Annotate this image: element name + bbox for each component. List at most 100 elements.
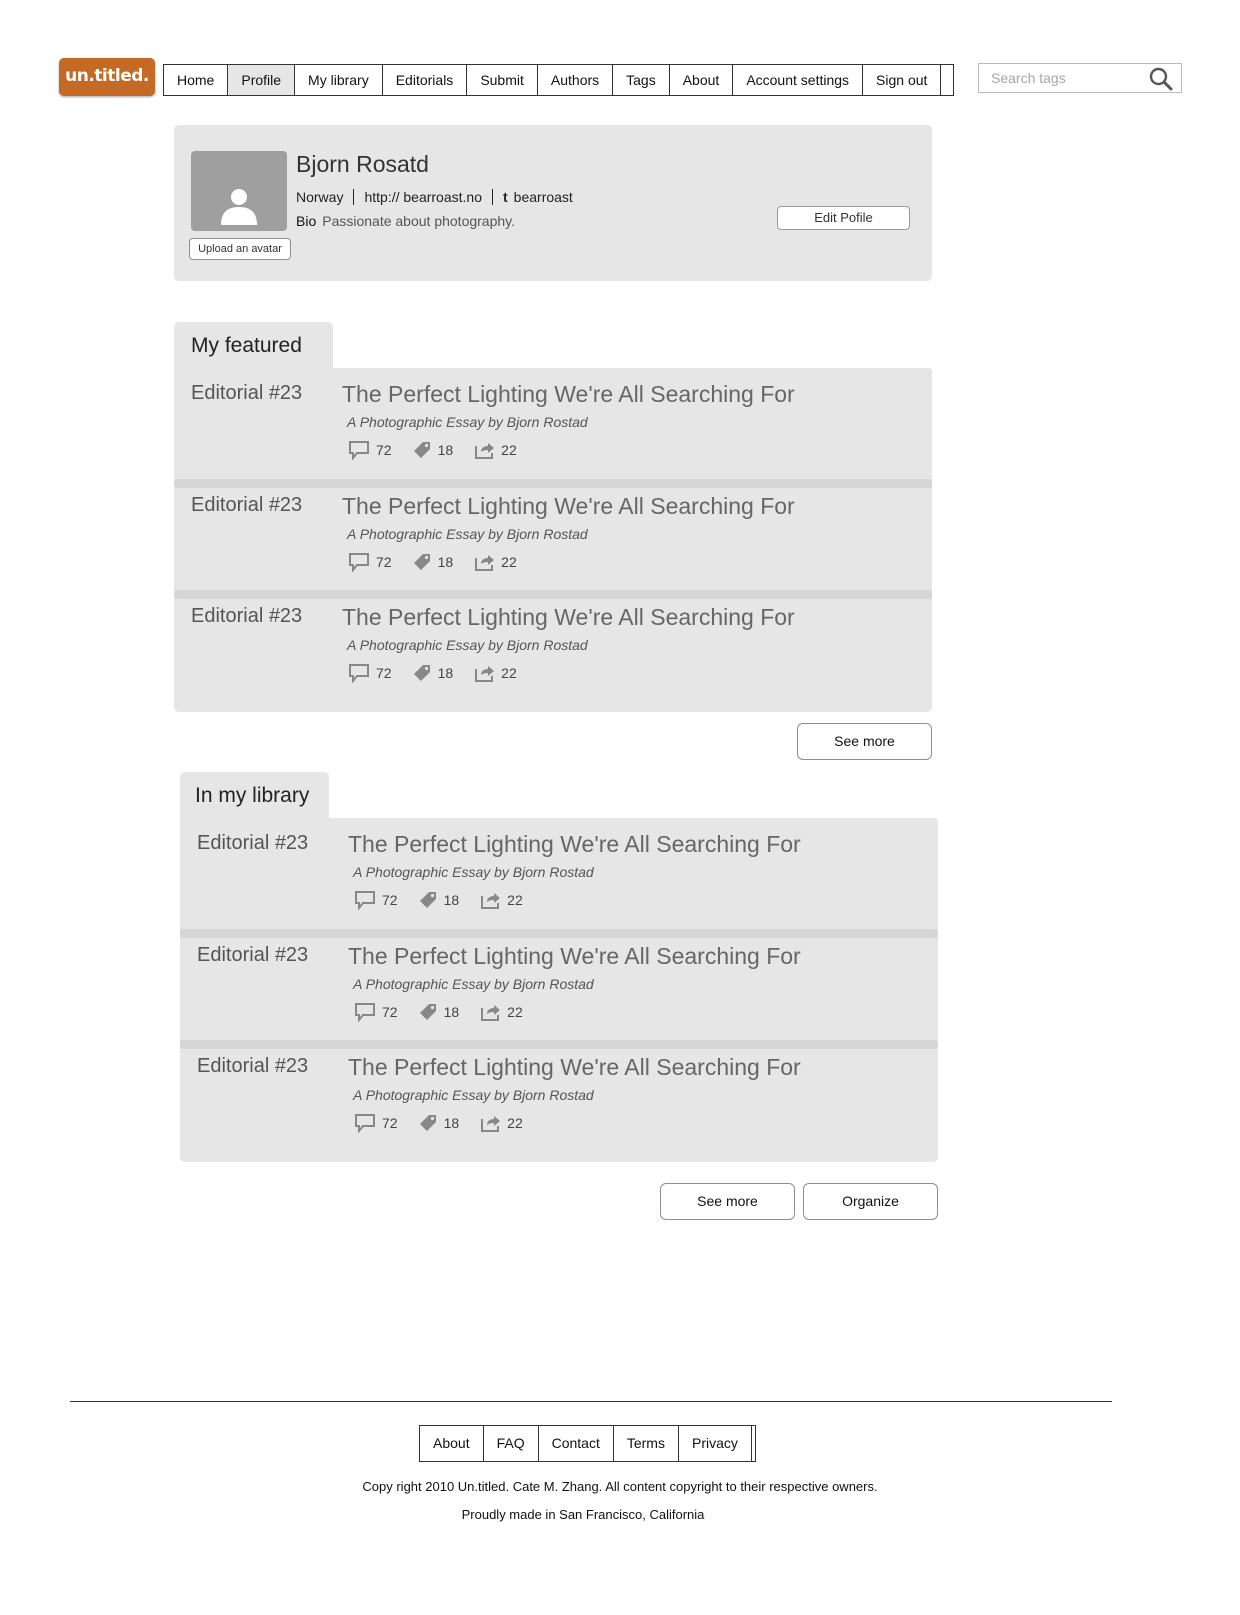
editorial-title[interactable]: The Perfect Lighting We're All Searching… (342, 381, 795, 408)
profile-card: Upload an avatar Bjorn Rosatd Norway htt… (174, 125, 932, 281)
share-count: 22 (501, 665, 517, 681)
list-item[interactable]: Editorial #23 The Perfect Lighting We're… (174, 591, 932, 702)
featured-section-title: My featured (174, 322, 333, 370)
editorial-subtitle: A Photographic Essay by Bjorn Rostad (347, 637, 588, 653)
tag-icon (413, 665, 430, 681)
nav-item-account-settings[interactable]: Account settings (733, 65, 864, 95)
profile-bio: Bio Passionate about photography. (296, 213, 515, 229)
nav-item-about[interactable]: About (670, 65, 734, 95)
comment-count: 72 (382, 1115, 398, 1131)
search-box (978, 63, 1182, 93)
twitter-icon: t (503, 189, 508, 205)
nav-item-authors[interactable]: Authors (538, 65, 614, 95)
library-section-title: In my library (180, 772, 329, 820)
nav-item-editorials[interactable]: Editorials (383, 65, 468, 95)
nav-item-my-library[interactable]: My library (295, 65, 383, 95)
tag-icon (419, 892, 436, 908)
editorial-title[interactable]: The Perfect Lighting We're All Searching… (342, 604, 795, 631)
editorial-number: Editorial #23 (197, 1055, 309, 1077)
share-icon (475, 555, 495, 571)
nav-item-submit[interactable]: Submit (467, 65, 538, 95)
editorial-stats: 72 18 22 (354, 1002, 543, 1022)
tag-icon (413, 442, 430, 458)
editorial-stats: 72 18 22 (348, 552, 537, 572)
editorial-subtitle: A Photographic Essay by Bjorn Rostad (347, 526, 588, 542)
organize-button[interactable]: Organize (803, 1183, 938, 1220)
nav-item-tags[interactable]: Tags (613, 65, 670, 95)
meta-separator (353, 189, 355, 205)
copyright-text: Copy right 2010 Un.titled. Cate M. Zhang… (362, 1479, 878, 1494)
list-item[interactable]: Editorial #23 The Perfect Lighting We're… (174, 368, 932, 479)
editorial-number: Editorial #23 (191, 494, 303, 516)
comment-icon (349, 553, 369, 572)
profile-name: Bjorn Rosatd (296, 151, 429, 177)
profile-twitter-link[interactable]: bearroast (514, 189, 573, 205)
editorial-subtitle: A Photographic Essay by Bjorn Rostad (353, 976, 594, 992)
comment-count: 72 (376, 442, 392, 458)
comment-icon (349, 441, 369, 460)
main-nav: Home Profile My library Editorials Submi… (163, 64, 955, 96)
editorial-subtitle: A Photographic Essay by Bjorn Rostad (353, 1087, 594, 1103)
tag-count: 18 (443, 1115, 460, 1131)
footer-link-faq[interactable]: FAQ (484, 1426, 539, 1461)
comment-icon (355, 1003, 375, 1022)
profile-meta: Norway http:// bearroast.no t bearroast (296, 189, 573, 205)
editorial-number: Editorial #23 (191, 605, 303, 627)
tag-count: 18 (443, 892, 460, 908)
share-count: 22 (501, 442, 517, 458)
bio-label: Bio (296, 213, 317, 229)
share-icon (475, 666, 495, 682)
nav-item-profile[interactable]: Profile (228, 65, 296, 95)
profile-country: Norway (296, 189, 344, 205)
site-logo[interactable]: un.titled. (59, 58, 155, 96)
nav-item-sign-out[interactable]: Sign out (863, 65, 942, 95)
footer-link-about[interactable]: About (420, 1426, 484, 1461)
list-item[interactable]: Editorial #23 The Perfect Lighting We're… (180, 818, 938, 929)
editorial-subtitle: A Photographic Essay by Bjorn Rostad (347, 414, 588, 430)
featured-see-more-button[interactable]: See more (797, 723, 932, 760)
avatar (191, 151, 287, 231)
footer-divider (70, 1401, 1112, 1402)
tag-count: 18 (437, 442, 454, 458)
comment-count: 72 (376, 665, 392, 681)
search-input[interactable] (979, 64, 1151, 92)
editorial-title[interactable]: The Perfect Lighting We're All Searching… (348, 831, 801, 858)
editorial-number: Editorial #23 (197, 944, 309, 966)
user-placeholder-icon (221, 189, 257, 225)
tag-count: 18 (437, 665, 454, 681)
comment-count: 72 (376, 554, 392, 570)
editorial-stats: 72 18 22 (354, 890, 543, 910)
edit-profile-button[interactable]: Edit Pofile (777, 206, 910, 230)
share-count: 22 (507, 892, 523, 908)
editorial-stats: 72 18 22 (348, 663, 537, 683)
list-item[interactable]: Editorial #23 The Perfect Lighting We're… (180, 930, 938, 1041)
profile-website-link[interactable]: http:// bearroast.no (364, 189, 482, 205)
footer-link-terms[interactable]: Terms (614, 1426, 679, 1461)
list-item[interactable]: Editorial #23 The Perfect Lighting We're… (174, 480, 932, 591)
magnifier-icon[interactable] (1149, 67, 1173, 96)
library-see-more-button[interactable]: See more (660, 1183, 795, 1220)
nav-end-divider (941, 65, 955, 95)
meta-separator (492, 189, 493, 205)
nav-item-home[interactable]: Home (164, 65, 229, 95)
editorial-number: Editorial #23 (191, 382, 303, 404)
footer-nav-end (752, 1426, 756, 1461)
editorial-title[interactable]: The Perfect Lighting We're All Searching… (348, 943, 801, 970)
tag-icon (419, 1004, 436, 1020)
made-in-text: Proudly made in San Francisco, Californi… (461, 1507, 705, 1522)
comment-icon (355, 891, 375, 910)
tag-count: 18 (437, 554, 454, 570)
editorial-title[interactable]: The Perfect Lighting We're All Searching… (348, 1054, 801, 1081)
editorial-subtitle: A Photographic Essay by Bjorn Rostad (353, 864, 594, 880)
editorial-stats: 72 18 22 (348, 440, 537, 460)
share-icon (481, 1116, 501, 1132)
editorial-title[interactable]: The Perfect Lighting We're All Searching… (342, 493, 795, 520)
tag-icon (413, 554, 430, 570)
library-list: Editorial #23 The Perfect Lighting We're… (180, 818, 938, 1162)
footer-link-privacy[interactable]: Privacy (679, 1426, 752, 1461)
list-item[interactable]: Editorial #23 The Perfect Lighting We're… (180, 1041, 938, 1152)
upload-avatar-button[interactable]: Upload an avatar (189, 238, 291, 260)
tag-count: 18 (443, 1004, 460, 1020)
footer-nav: About FAQ Contact Terms Privacy (419, 1425, 756, 1462)
footer-link-contact[interactable]: Contact (539, 1426, 614, 1461)
